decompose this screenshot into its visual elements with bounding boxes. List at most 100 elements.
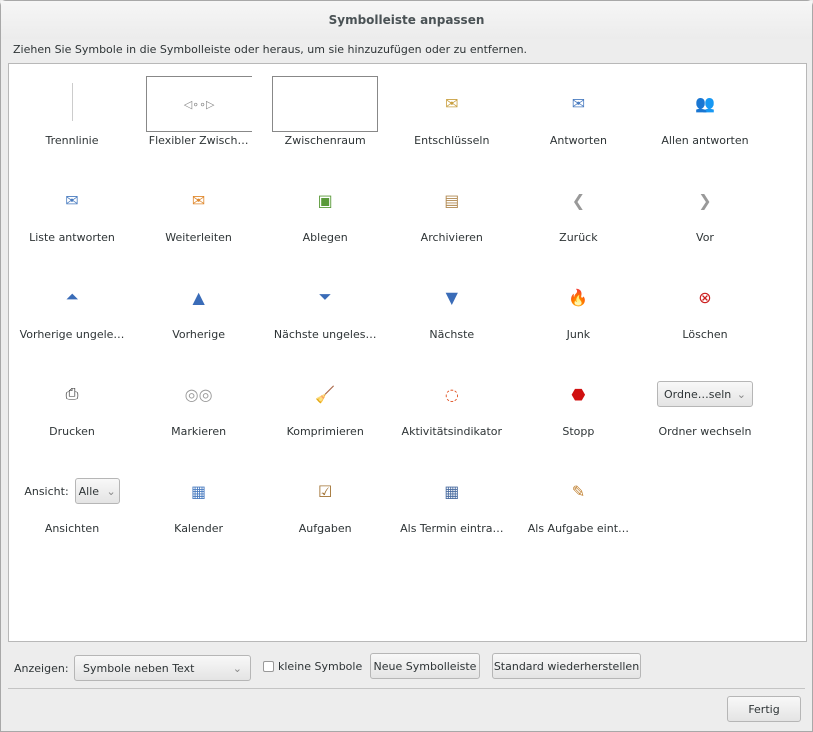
show-mode-select[interactable]: Symbole neben Text ⌄	[74, 655, 251, 681]
compact-icon: 🧹	[315, 384, 336, 404]
junk-icon: 🔥	[568, 287, 589, 307]
palette-item[interactable]: ▦ Als Termin eintra…	[389, 452, 515, 549]
forward-icon: ✉	[191, 190, 206, 210]
palette-item[interactable]: ▣ Ablegen	[262, 161, 388, 258]
palette-item[interactable]: ☑ Aufgaben	[262, 452, 388, 549]
palette-item[interactable]: ▲ Vorherige	[136, 258, 262, 355]
palette-item[interactable]: ⏶ Vorherige ungele…	[9, 258, 135, 355]
palette-item[interactable]: ❯ Vor	[642, 161, 768, 258]
palette-item-label: Ordner wechseln	[658, 425, 752, 438]
chevron-down-icon: ⌄	[736, 387, 746, 401]
calendar-icon: ▦	[191, 481, 207, 501]
divider	[8, 688, 805, 689]
view-select[interactable]: Alle ⌄	[74, 478, 120, 504]
convert-event-icon: ▦	[444, 481, 460, 501]
palette-item-label: Markieren	[171, 425, 227, 438]
delete-icon: ⊗	[698, 287, 712, 307]
palette-item-label: Ansichten	[44, 522, 100, 535]
palette-item[interactable]: 👥 Allen antworten	[642, 64, 768, 161]
archive-icon: ▤	[444, 190, 460, 210]
palette-item-label: Flexibler Zwisch…	[148, 134, 249, 147]
forward-arrow-icon: ❯	[698, 190, 712, 210]
palette-item[interactable]: ❮ Zurück	[515, 161, 641, 258]
file-icon: ▣	[317, 190, 333, 210]
palette-item-label: Stopp	[562, 425, 595, 438]
palette-item[interactable]: ▼ Nächste	[389, 258, 515, 355]
palette-item[interactable]: Trennlinie	[9, 64, 135, 161]
palette-item[interactable]: Zwischenraum	[262, 64, 388, 161]
palette-item-label: Nächste ungeles…	[273, 328, 377, 341]
folder-select: Ordne…seln ⌄	[642, 379, 768, 409]
palette-item[interactable]: ⏷ Nächste ungeles…	[262, 258, 388, 355]
restore-defaults-button[interactable]: Standard wiederherstellen	[492, 653, 641, 679]
next-unread-icon: ⏷	[318, 287, 332, 306]
palette-item-label: Drucken	[49, 425, 95, 438]
palette-item[interactable]: ◎◎ Markieren	[136, 355, 262, 452]
new-toolbar-button[interactable]: Neue Symbolleiste	[370, 653, 480, 679]
decrypt-icon: ✉	[445, 93, 459, 113]
folder-select-value: Ordne…seln	[664, 387, 732, 401]
back-icon: ❮	[571, 190, 586, 210]
palette-item-label: Weiterleiten	[165, 231, 232, 244]
palette-item-label: Allen antworten	[661, 134, 749, 147]
chevron-down-icon: ⌄	[232, 661, 242, 675]
done-button[interactable]: Fertig	[727, 696, 801, 722]
palette-item[interactable]: ✉ Entschlüsseln	[389, 64, 515, 161]
palette-item[interactable]: ⎙ Drucken	[9, 355, 135, 452]
palette-item-label: Komprimieren	[286, 425, 364, 438]
palette-item-label: Archivieren	[420, 231, 483, 244]
palette-item[interactable]: ◌ Aktivitätsindikator	[389, 355, 515, 452]
toolbar-item-palette: Trennlinie ◁∘∘▷ Flexibler Zwisch… Zwischenr…	[8, 63, 807, 642]
show-mode-value: Symbole neben Text	[83, 661, 195, 675]
mark-icon: ◎◎	[184, 384, 213, 404]
palette-item-label: Aktivitätsindikator	[401, 425, 503, 438]
palette-item[interactable]: ⬣ Stopp	[515, 355, 641, 452]
palette-item[interactable]: ✉ Antworten	[515, 64, 641, 161]
palette-item-label: Aufgaben	[298, 522, 352, 535]
palette-item-label: Nächste	[429, 328, 475, 341]
small-icons-checkbox[interactable]: kleine Symbole	[263, 660, 362, 673]
print-icon: ⎙	[65, 384, 79, 403]
palette-item-label: Vorherige ungele…	[19, 328, 125, 341]
palette-item-label: Liste antworten	[29, 231, 115, 244]
reply-list-icon: ✉	[65, 190, 79, 210]
view-select-value: Alle	[78, 484, 100, 498]
customize-toolbar-dialog: Symbolleiste anpassen Ziehen Sie Symbole…	[0, 0, 813, 732]
palette-item[interactable]: ✉ Weiterleiten	[136, 161, 262, 258]
palette-item[interactable]: ✎ Als Aufgabe eint…	[515, 452, 641, 549]
palette-item-label: Entschlüsseln	[414, 134, 490, 147]
palette-item-label: Zwischenraum	[284, 134, 366, 147]
chevron-down-icon: ⌄	[106, 484, 116, 498]
space-icon	[262, 64, 388, 132]
palette-item[interactable]: ▤ Archivieren	[389, 161, 515, 258]
palette-item[interactable]: 🧹 Komprimieren	[262, 355, 388, 452]
palette-item-label: Trennlinie	[45, 134, 99, 147]
palette-item-label: Als Termin eintra…	[400, 522, 504, 535]
palette-item-label: Antworten	[549, 134, 607, 147]
palette-item[interactable]: Ordne…seln ⌄ Ordner wechseln	[642, 355, 768, 452]
small-icons-label: kleine Symbole	[278, 660, 363, 673]
palette-item[interactable]: ⊗ Löschen	[642, 258, 768, 355]
prev-unread-icon: ⏶	[65, 287, 79, 306]
view-select: Ansicht: Alle ⌄	[9, 476, 135, 506]
palette-item-label: Junk	[566, 328, 591, 341]
separator-icon	[9, 82, 135, 122]
view-label: Ansicht:	[24, 484, 69, 498]
palette-item[interactable]: ◁∘∘▷ Flexibler Zwisch…	[136, 64, 262, 161]
folder-select[interactable]: Ordne…seln ⌄	[657, 381, 753, 407]
tasks-icon: ☑	[318, 481, 333, 501]
show-label: Anzeigen:	[14, 662, 69, 675]
palette-item[interactable]: 🔥 Junk	[515, 258, 641, 355]
prev-icon: ▲	[192, 287, 205, 307]
palette-item-label: Als Aufgabe eint…	[527, 522, 630, 535]
palette-item[interactable]: Ansicht: Alle ⌄ Ansichten	[9, 452, 135, 549]
flexible-space-icon: ◁∘∘▷	[136, 64, 262, 132]
stop-icon: ⬣	[571, 384, 586, 404]
palette-item-label: Ablegen	[302, 231, 348, 244]
next-icon: ▼	[445, 287, 458, 307]
palette-item-label: Löschen	[682, 328, 728, 341]
palette-item[interactable]: ▦ Kalender	[136, 452, 262, 549]
palette-item-label: Vorherige	[172, 328, 225, 341]
instruction-text: Ziehen Sie Symbole in die Symbolleiste o…	[13, 43, 528, 56]
palette-item[interactable]: ✉ Liste antworten	[9, 161, 135, 258]
